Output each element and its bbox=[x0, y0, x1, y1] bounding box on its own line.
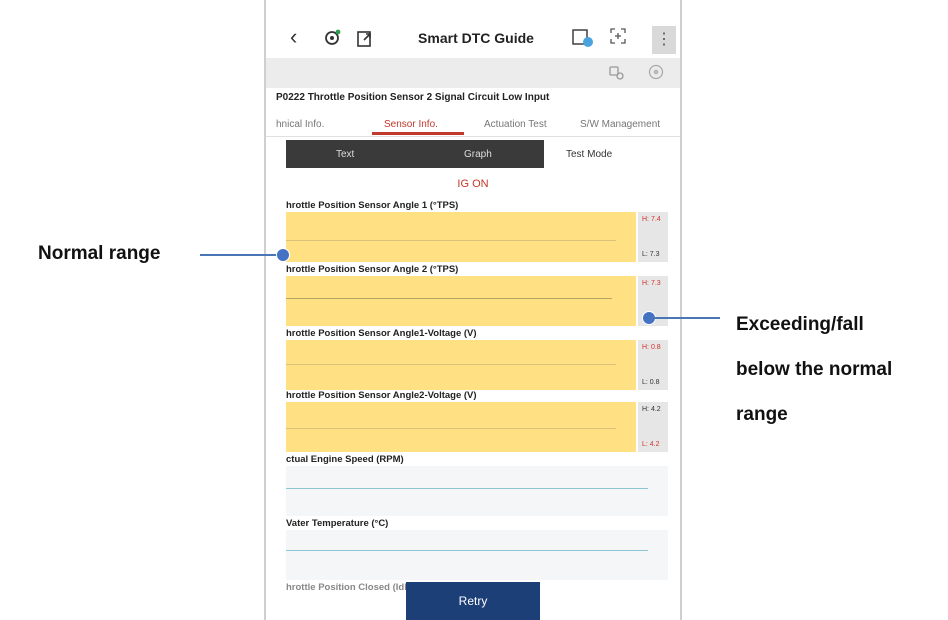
record-icon[interactable] bbox=[648, 64, 664, 83]
graph-trace bbox=[286, 240, 616, 241]
annotation-exceeding-range-line-1: Exceeding/fall bbox=[736, 314, 864, 335]
high-value: H: 7.3 bbox=[642, 280, 661, 287]
annotation-connector bbox=[648, 317, 720, 319]
graph-trace bbox=[286, 488, 648, 489]
tab-bar: hnical Info. Sensor Info. Actuation Test… bbox=[266, 110, 680, 137]
segment-test-mode[interactable]: Test Mode bbox=[566, 149, 612, 160]
range-limits: H: 0.8 L: 0.8 bbox=[638, 340, 668, 390]
retry-button[interactable]: Retry bbox=[406, 582, 540, 620]
annotation-exceeding-range-line-2: below the normal bbox=[736, 359, 893, 380]
sensor-label: hrottle Position Sensor Angle2-Voltage (… bbox=[286, 390, 477, 401]
sensor-graph bbox=[286, 466, 668, 516]
ignition-status: IG ON bbox=[457, 178, 489, 190]
dtc-title: P0222 Throttle Position Sensor 2 Signal … bbox=[276, 92, 550, 103]
tab-sw-management[interactable]: S/W Management bbox=[580, 119, 660, 130]
low-value: L: 4.2 bbox=[642, 441, 660, 448]
active-tab-indicator bbox=[372, 132, 464, 135]
low-value: L: 7.3 bbox=[642, 251, 660, 258]
tab-sensor-info[interactable]: Sensor Info. bbox=[384, 119, 438, 130]
annotation-marker bbox=[276, 248, 290, 262]
graph-trace bbox=[286, 298, 612, 299]
top-bar: ‹ Smart DTC Guide ⋮ bbox=[266, 0, 680, 54]
back-icon[interactable]: ‹ bbox=[290, 26, 297, 48]
view-mode-segmented-control: Text Graph bbox=[286, 140, 544, 168]
expand-icon[interactable] bbox=[610, 28, 626, 47]
low-value: L: 0.8 bbox=[642, 379, 660, 386]
segment-graph[interactable]: Graph bbox=[464, 149, 492, 160]
secondary-toolbar bbox=[266, 58, 680, 88]
high-value: H: 4.2 bbox=[642, 406, 661, 413]
app-screen: ‹ Smart DTC Guide ⋮ P0222 Throttle Posit… bbox=[264, 0, 682, 620]
sensor-graph-normal-band bbox=[286, 340, 636, 390]
annotation-connector bbox=[200, 254, 280, 256]
sensor-label: hrottle Position Sensor Angle1-Voltage (… bbox=[286, 328, 477, 339]
more-menu-button[interactable]: ⋮ bbox=[652, 26, 676, 54]
sensor-graph-normal-band bbox=[286, 402, 636, 452]
sensor-label: hrottle Position Sensor Angle 2 (°TPS) bbox=[286, 264, 459, 275]
sensor-graph-normal-band bbox=[286, 212, 636, 262]
sensor-graph bbox=[286, 530, 668, 580]
settings-icon[interactable] bbox=[322, 28, 342, 51]
graph-trace bbox=[286, 550, 648, 551]
tab-technical-info[interactable]: hnical Info. bbox=[276, 119, 324, 130]
vehicle-icon[interactable] bbox=[608, 64, 624, 83]
share-icon[interactable] bbox=[356, 28, 374, 51]
sensor-label: Vater Temperature (°C) bbox=[286, 518, 389, 529]
sensor-label: ctual Engine Speed (RPM) bbox=[286, 454, 404, 465]
range-limits: H: 4.2 L: 4.2 bbox=[638, 402, 668, 452]
graph-trace bbox=[286, 428, 616, 429]
graph-trace bbox=[286, 364, 616, 365]
annotation-exceeding-range-line-3: range bbox=[736, 404, 788, 425]
dtc-list-icon[interactable] bbox=[572, 28, 594, 51]
page-title: Smart DTC Guide bbox=[418, 30, 534, 46]
segment-text[interactable]: Text bbox=[336, 149, 354, 160]
high-value: H: 7.4 bbox=[642, 216, 661, 223]
annotation-normal-range: Normal range bbox=[38, 243, 161, 264]
sensor-graph-normal-band bbox=[286, 276, 636, 326]
high-value: H: 0.8 bbox=[642, 344, 661, 351]
sensor-label: hrottle Position Sensor Angle 1 (°TPS) bbox=[286, 200, 459, 211]
range-limits: H: 7.4 L: 7.3 bbox=[638, 212, 668, 262]
tab-actuation-test[interactable]: Actuation Test bbox=[484, 119, 547, 130]
